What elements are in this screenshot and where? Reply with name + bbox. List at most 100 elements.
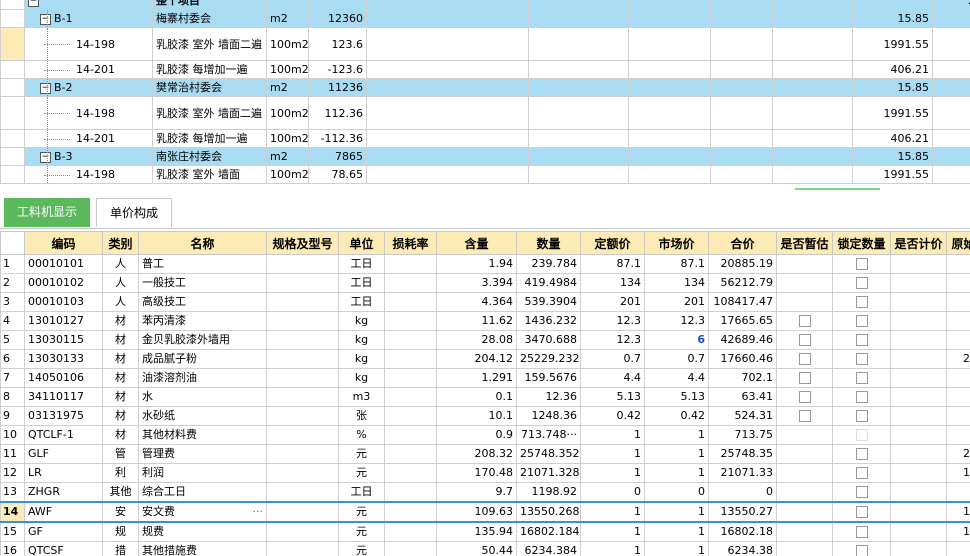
resource-category[interactable]: 其他	[102, 482, 139, 503]
item-total[interactable]: 178090.6	[932, 78, 970, 97]
row-number[interactable]: 9	[0, 406, 25, 426]
group-row[interactable]: −B-3 南张庄村委会m27865 15.85124660.25	[0, 147, 970, 166]
item-total[interactable]: 156635.41	[932, 165, 970, 184]
row-number[interactable]: 12	[0, 463, 25, 483]
item-total[interactable]: -45641.76	[932, 129, 970, 148]
column-header[interactable]: 是否暂估	[776, 231, 833, 255]
total-price[interactable]: 20885.19	[708, 254, 777, 274]
table-row[interactable]: 4 13010127 材苯丙清漆 kg 11.62 1436.232 12.3 12.3 176…	[0, 311, 970, 331]
total-price[interactable]: 524.31	[708, 406, 777, 426]
column-header[interactable]: 编码	[24, 231, 103, 255]
quantity-value[interactable]: 713.748···	[516, 425, 581, 445]
resource-spec[interactable]	[266, 425, 339, 445]
total-price[interactable]: 0	[708, 482, 777, 503]
total-price[interactable]: 16802.18	[708, 521, 777, 542]
resource-code[interactable]: 13030115	[24, 330, 103, 350]
item-quantity[interactable]: 7865	[308, 147, 367, 166]
resource-spec[interactable]	[266, 292, 339, 312]
loss-rate[interactable]	[384, 482, 437, 503]
content-value[interactable]: 50.44	[436, 541, 517, 556]
table-row[interactable]: 12LR利利润元170.4821071.3281121071.3317	[0, 463, 970, 483]
resource-code[interactable]: 13030133	[24, 349, 103, 369]
item-unit[interactable]: 100m2	[266, 27, 309, 61]
row-header[interactable]	[0, 60, 25, 79]
loss-rate[interactable]	[384, 541, 437, 556]
quota-price[interactable]: 1	[580, 425, 645, 445]
item-unit-price[interactable]: 406.21	[852, 60, 933, 79]
table-row[interactable]: 6 13030133 材成品腻子粉 kg 204.12 25229.232 0.7 0.7 17…	[0, 349, 970, 369]
total-price[interactable]: 6234.38	[708, 541, 777, 556]
quota-price[interactable]: 5.13	[580, 387, 645, 407]
quantity-value[interactable]: 21071.328	[516, 463, 581, 483]
resource-unit[interactable]: 张	[338, 406, 385, 426]
row-number[interactable]: 10	[0, 425, 25, 445]
row-number[interactable]: 16	[0, 541, 25, 556]
estimate-checkbox[interactable]	[798, 334, 811, 346]
item-quantity[interactable]: 112.36	[308, 96, 367, 130]
item-unit-price[interactable]: 15.85	[852, 78, 933, 97]
quota-price[interactable]: 1	[580, 463, 645, 483]
table-row[interactable]: 2 00010102 人一般技工 工日 3.394 419.4984 134 134 56212…	[0, 273, 970, 293]
column-header[interactable]: 含量	[436, 231, 517, 255]
original-value[interactable]: 17	[946, 463, 970, 483]
item-row[interactable]: 14-201 乳胶漆 每增加一遍100m2-123.6 406.21-50207.5…	[0, 60, 970, 79]
resource-spec[interactable]	[266, 311, 339, 331]
row-number[interactable]: 6	[0, 349, 25, 369]
resource-category[interactable]: 材	[102, 368, 139, 388]
item-row[interactable]: 14-198 乳胶漆 室外 墙面二遍100m2123.6 1991.55246155…	[0, 27, 970, 61]
content-value[interactable]: 28.08	[436, 330, 517, 350]
quantity-value[interactable]: 239.784	[516, 254, 581, 274]
resource-code[interactable]: 14050106	[24, 368, 103, 388]
is-priced[interactable]	[890, 482, 947, 503]
table-row[interactable]: 1 00010101 人普工 工日 1.94 239.784 87.1 87.1 20885.1…	[0, 254, 970, 274]
total-price[interactable]: 713.75	[708, 425, 777, 445]
item-unit[interactable]: m2	[266, 9, 309, 28]
loss-rate[interactable]	[384, 254, 437, 274]
estimate-checkbox[interactable]	[798, 315, 811, 327]
resource-category[interactable]: 规	[102, 521, 139, 542]
item-unit-price[interactable]: 1991.55	[852, 27, 933, 61]
content-value[interactable]: 204.12	[436, 349, 517, 369]
loss-rate[interactable]	[384, 521, 437, 542]
resource-category[interactable]: 材	[102, 330, 139, 350]
is-priced[interactable]	[890, 463, 947, 483]
lock-quantity-checkbox[interactable]	[855, 545, 868, 556]
total-price[interactable]: 108417.47	[708, 292, 777, 312]
table-row[interactable]: 10 QTCLF-1 材其他材料费% 0.9 713.748··· 1 1 713.75	[0, 425, 970, 445]
resource-spec[interactable]	[266, 330, 339, 350]
item-name[interactable]: 乳胶漆 室外 墙面二遍	[152, 27, 267, 61]
is-priced[interactable]	[890, 387, 947, 407]
resource-category[interactable]: 材	[102, 425, 139, 445]
total-price[interactable]: 42689.46	[708, 330, 777, 350]
item-quantity[interactable]: 123.6	[308, 27, 367, 61]
item-total[interactable]: 124660.25	[932, 147, 970, 166]
market-price[interactable]: 1	[644, 463, 709, 483]
market-price[interactable]: 1	[644, 501, 709, 523]
row-number[interactable]: 1	[0, 254, 25, 274]
lock-quantity-checkbox[interactable]	[855, 372, 868, 384]
is-priced[interactable]	[890, 501, 947, 523]
content-value[interactable]: 135.94	[436, 521, 517, 542]
item-unit-price[interactable]: 15.85	[852, 147, 933, 166]
resource-spec[interactable]	[266, 349, 339, 369]
quota-price[interactable]: 0.7	[580, 349, 645, 369]
item-row[interactable]: 14-201 乳胶漆 每增加一遍100m2-112.36 406.21-45641.…	[0, 129, 970, 148]
item-total[interactable]: 223770.56	[932, 96, 970, 130]
resource-category[interactable]: 人	[102, 254, 139, 274]
original-value[interactable]	[946, 254, 970, 274]
market-price[interactable]: 1	[644, 521, 709, 542]
content-value[interactable]: 1.94	[436, 254, 517, 274]
loss-rate[interactable]	[384, 311, 437, 331]
resource-unit[interactable]: m3	[338, 387, 385, 407]
market-price[interactable]: 1	[644, 444, 709, 464]
resource-unit[interactable]: 工日	[338, 292, 385, 312]
lock-quantity-checkbox[interactable]	[855, 353, 868, 365]
row-number[interactable]: 5	[0, 330, 25, 350]
is-priced[interactable]	[890, 406, 947, 426]
content-value[interactable]: 9.7	[436, 482, 517, 503]
loss-rate[interactable]	[384, 292, 437, 312]
content-value[interactable]: 1.291	[436, 368, 517, 388]
loss-rate[interactable]	[384, 387, 437, 407]
content-value[interactable]: 10.1	[436, 406, 517, 426]
lock-quantity-checkbox[interactable]	[855, 277, 868, 289]
